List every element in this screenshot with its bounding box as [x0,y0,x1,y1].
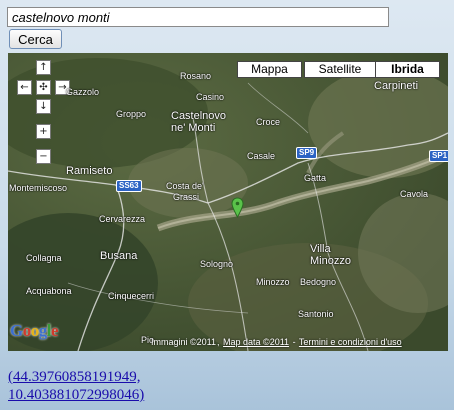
map-view[interactable]: Mappa Satellite Ibrida ↑ ← ✣ → ↓ + − Ros… [8,53,448,351]
logo-letter: G [10,321,23,340]
place-label: Costa de' [166,181,204,191]
zoom-out-button[interactable]: − [36,149,51,164]
map-data-link[interactable]: Map data ©2011 [223,337,289,347]
place-label: Rosano [180,71,212,81]
place-label: Collagna [26,253,62,263]
place-label: Castelnovo [171,110,227,122]
pan-up-button[interactable]: ↑ [36,60,51,75]
map-type-satellite-button[interactable]: Satellite [304,61,376,78]
logo-letter: o [30,321,40,340]
coordinates-link[interactable]: (44.39760858191949, 10.403881072998046) [8,368,144,404]
search-button[interactable]: Cerca [9,29,62,49]
place-label: Santonio [298,309,334,319]
place-label: Ramiseto [66,165,113,177]
place-label: Minozzo [310,255,351,267]
place-label: Busana [100,250,138,262]
place-label: Grassi [173,192,200,202]
coordinates-longitude: 10.403881072998046) [8,387,145,403]
road-shield: SP9 [296,147,318,159]
place-label: Gatta [304,173,327,183]
logo-letter: e [50,321,59,340]
place-label: Bedogno [300,277,337,287]
road-shield: SS63 [116,180,142,192]
place-label: Groppo [116,109,147,119]
place-label: Minozzo [256,277,290,287]
map-type-map-button[interactable]: Mappa [237,61,302,78]
place-label: Casino [196,92,225,102]
satellite-imagery [8,53,448,351]
logo-letter: g [38,321,48,340]
place-label: Cervarezza [99,214,146,224]
zoom-in-button[interactable]: + [36,124,51,139]
place-label: Montemiscoso [9,183,68,193]
coordinates-latitude: (44.39760858191949, [8,369,141,385]
google-logo[interactable]: Google [10,321,59,341]
pan-left-button[interactable]: ← [17,80,32,95]
map-type-hybrid-button[interactable]: Ibrida [375,61,440,78]
place-label: Acquabona [26,286,72,296]
place-label: Carpineti [374,80,419,92]
map-copyright: Immagini ©2011, Map data ©2011 - Termini… [151,337,402,347]
pan-center-button[interactable]: ✣ [36,80,51,95]
road-shield: SP1 [429,150,448,162]
logo-letter: o [22,321,32,340]
place-label: Croce [256,117,281,127]
place-label: Gazzolo [66,87,100,97]
imagery-credit: Immagini ©2011 [151,337,216,347]
pan-down-button[interactable]: ↓ [36,99,51,114]
location-marker-icon[interactable] [231,197,244,219]
place-label: Cinquecerri [108,291,155,301]
terms-link[interactable]: Termini e condizioni d'uso [299,337,402,347]
place-label: Cavola [400,189,429,199]
place-label: ne' Monti [171,122,216,134]
place-label: Casale [247,151,276,161]
place-label: Villa [310,243,331,255]
place-label: Sologno [200,259,234,269]
search-input[interactable] [7,7,389,27]
